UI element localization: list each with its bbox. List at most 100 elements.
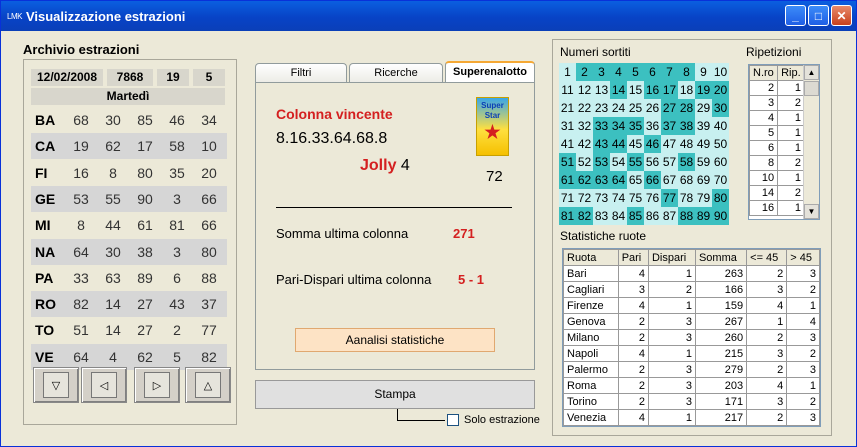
draw-number-cell: 80 bbox=[201, 243, 217, 260]
close-button[interactable]: ✕ bbox=[831, 5, 852, 26]
last-button[interactable]: △ bbox=[185, 367, 231, 403]
draw-number-cell: 53 bbox=[73, 190, 89, 207]
table-cell: Bari bbox=[563, 265, 619, 282]
number-cell: 50 bbox=[712, 135, 729, 153]
table-cell: 159 bbox=[694, 297, 748, 314]
table-cell: 14 bbox=[749, 185, 779, 201]
number-cell: 24 bbox=[610, 99, 627, 117]
city-code: RO bbox=[35, 296, 56, 313]
app-logo: LMK bbox=[7, 11, 22, 21]
table-cell: 166 bbox=[694, 281, 748, 298]
ripetizioni-scrollbar[interactable]: ▲ ▼ bbox=[803, 65, 819, 219]
table-cell: Venezia bbox=[563, 409, 619, 426]
number-cell: 12 bbox=[576, 81, 593, 99]
draw-number-cell: 10 bbox=[201, 138, 217, 155]
table-cell: 2 bbox=[746, 265, 788, 282]
tab-superenalotto[interactable]: Superenalotto bbox=[445, 61, 535, 83]
table-cell: Genova bbox=[563, 313, 619, 330]
number-cell: 81 bbox=[559, 207, 576, 225]
table-cell: 1 bbox=[777, 110, 805, 126]
number-cell: 33 bbox=[593, 117, 610, 135]
table-cell: Firenze bbox=[563, 297, 619, 314]
number-cell: 5 bbox=[627, 63, 644, 81]
number-cell: 29 bbox=[695, 99, 712, 117]
table-cell: 3 bbox=[786, 409, 820, 426]
table-row: 21 bbox=[749, 80, 805, 96]
table-cell: 1 bbox=[786, 297, 820, 314]
number-cell: 88 bbox=[678, 207, 695, 225]
draw-number-cell: 6 bbox=[173, 269, 181, 286]
scroll-up-icon[interactable]: ▲ bbox=[804, 65, 819, 80]
city-code: VE bbox=[35, 348, 54, 365]
number-cell: 19 bbox=[695, 81, 712, 99]
table-cell: 1 bbox=[777, 200, 805, 216]
analisi-button[interactable]: Aanalisi statistiche bbox=[295, 328, 495, 352]
pari-dispari-value: 5 - 1 bbox=[458, 272, 485, 287]
prev-button[interactable]: ◁ bbox=[81, 367, 127, 403]
colonna-value: 8.16.33.64.68.8 bbox=[276, 130, 388, 147]
table-cell: 4 bbox=[617, 297, 649, 314]
draw-number-cell: 68 bbox=[73, 112, 89, 128]
table-cell: 4 bbox=[749, 110, 779, 126]
table-cell: 3 bbox=[749, 95, 779, 111]
number-cell: 43 bbox=[593, 135, 610, 153]
stampa-button[interactable]: Stampa bbox=[255, 380, 535, 409]
scroll-down-icon[interactable]: ▼ bbox=[804, 204, 819, 219]
number-cell: 40 bbox=[712, 117, 729, 135]
archive-row: CA 19 62 17 58 10 bbox=[31, 133, 227, 160]
number-cell: 2 bbox=[576, 63, 593, 81]
draw-number-cell: 8 bbox=[109, 164, 117, 181]
tab-ricerche[interactable]: Ricerche bbox=[349, 63, 443, 83]
number-cell: 8 bbox=[678, 63, 695, 81]
draw-number-cell: 62 bbox=[105, 138, 121, 155]
number-cell: 55 bbox=[627, 153, 644, 171]
draw-number-cell: 16 bbox=[73, 164, 89, 181]
table-cell: Cagliari bbox=[563, 281, 619, 298]
table-row: Torino 2 3 171 3 2 bbox=[563, 393, 820, 410]
table-cell: 2 bbox=[777, 95, 805, 111]
table-cell: 260 bbox=[694, 329, 748, 346]
number-cell: 60 bbox=[712, 153, 729, 171]
number-cell: 90 bbox=[712, 207, 729, 225]
minimize-button[interactable]: _ bbox=[785, 5, 806, 26]
number-cell: 82 bbox=[576, 207, 593, 225]
table-row: Bari 4 1 263 2 3 bbox=[563, 265, 820, 282]
draw-number-cell: 14 bbox=[105, 322, 121, 339]
number-cell: 30 bbox=[712, 99, 729, 117]
table-cell: 2 bbox=[786, 345, 820, 362]
number-cell: 75 bbox=[627, 189, 644, 207]
first-button[interactable]: ▽ bbox=[33, 367, 79, 403]
draw-number-cell: 64 bbox=[73, 243, 89, 260]
next-button[interactable]: ▷ bbox=[134, 367, 180, 403]
numeri-grid: 1 2 3 4 5 6 7 8 9 10 11 12 13 14 15 16 17 18 19 20 21 22 23 24 2… bbox=[559, 63, 729, 225]
column-header: Pari bbox=[617, 249, 649, 266]
table-cell: 2 bbox=[617, 377, 649, 394]
table-row: Cagliari 3 2 166 3 2 bbox=[563, 281, 820, 298]
solo-estrazione-checkbox[interactable] bbox=[447, 414, 459, 426]
draw-number-cell: 58 bbox=[169, 138, 185, 155]
table-cell: 4 bbox=[617, 345, 649, 362]
number-cell: 3 bbox=[593, 63, 610, 81]
draw-number-cell: 14 bbox=[105, 296, 121, 313]
number-cell: 66 bbox=[644, 171, 661, 189]
weekday: Martedì bbox=[31, 88, 225, 105]
draw-number-cell: 82 bbox=[201, 348, 217, 365]
city-code: NA bbox=[35, 243, 56, 260]
scroll-thumb[interactable] bbox=[804, 81, 819, 96]
number-cell: 52 bbox=[576, 153, 593, 171]
number-cell: 89 bbox=[695, 207, 712, 225]
number-cell: 76 bbox=[644, 189, 661, 207]
archive-row: TO 51 14 27 2 77 bbox=[31, 317, 227, 343]
jolly-label: Jolly bbox=[360, 157, 397, 174]
number-cell: 68 bbox=[678, 171, 695, 189]
table-row: Venezia 4 1 217 2 3 bbox=[563, 409, 820, 426]
table-cell: 2 bbox=[746, 329, 788, 346]
table-row: 82 bbox=[749, 155, 805, 171]
number-cell: 16 bbox=[644, 81, 661, 99]
tab-filtri[interactable]: Filtri bbox=[255, 63, 347, 83]
ripetizioni-table: N.ro Rip. 2 1 3 2 4 1 5 1 6 1 8 2 10 1 14 2 16 1 ▲ ▼ bbox=[748, 64, 820, 220]
table-cell: 263 bbox=[694, 265, 748, 282]
number-cell: 25 bbox=[627, 99, 644, 117]
table-cell: 1 bbox=[647, 297, 696, 314]
maximize-button[interactable]: □ bbox=[808, 5, 829, 26]
